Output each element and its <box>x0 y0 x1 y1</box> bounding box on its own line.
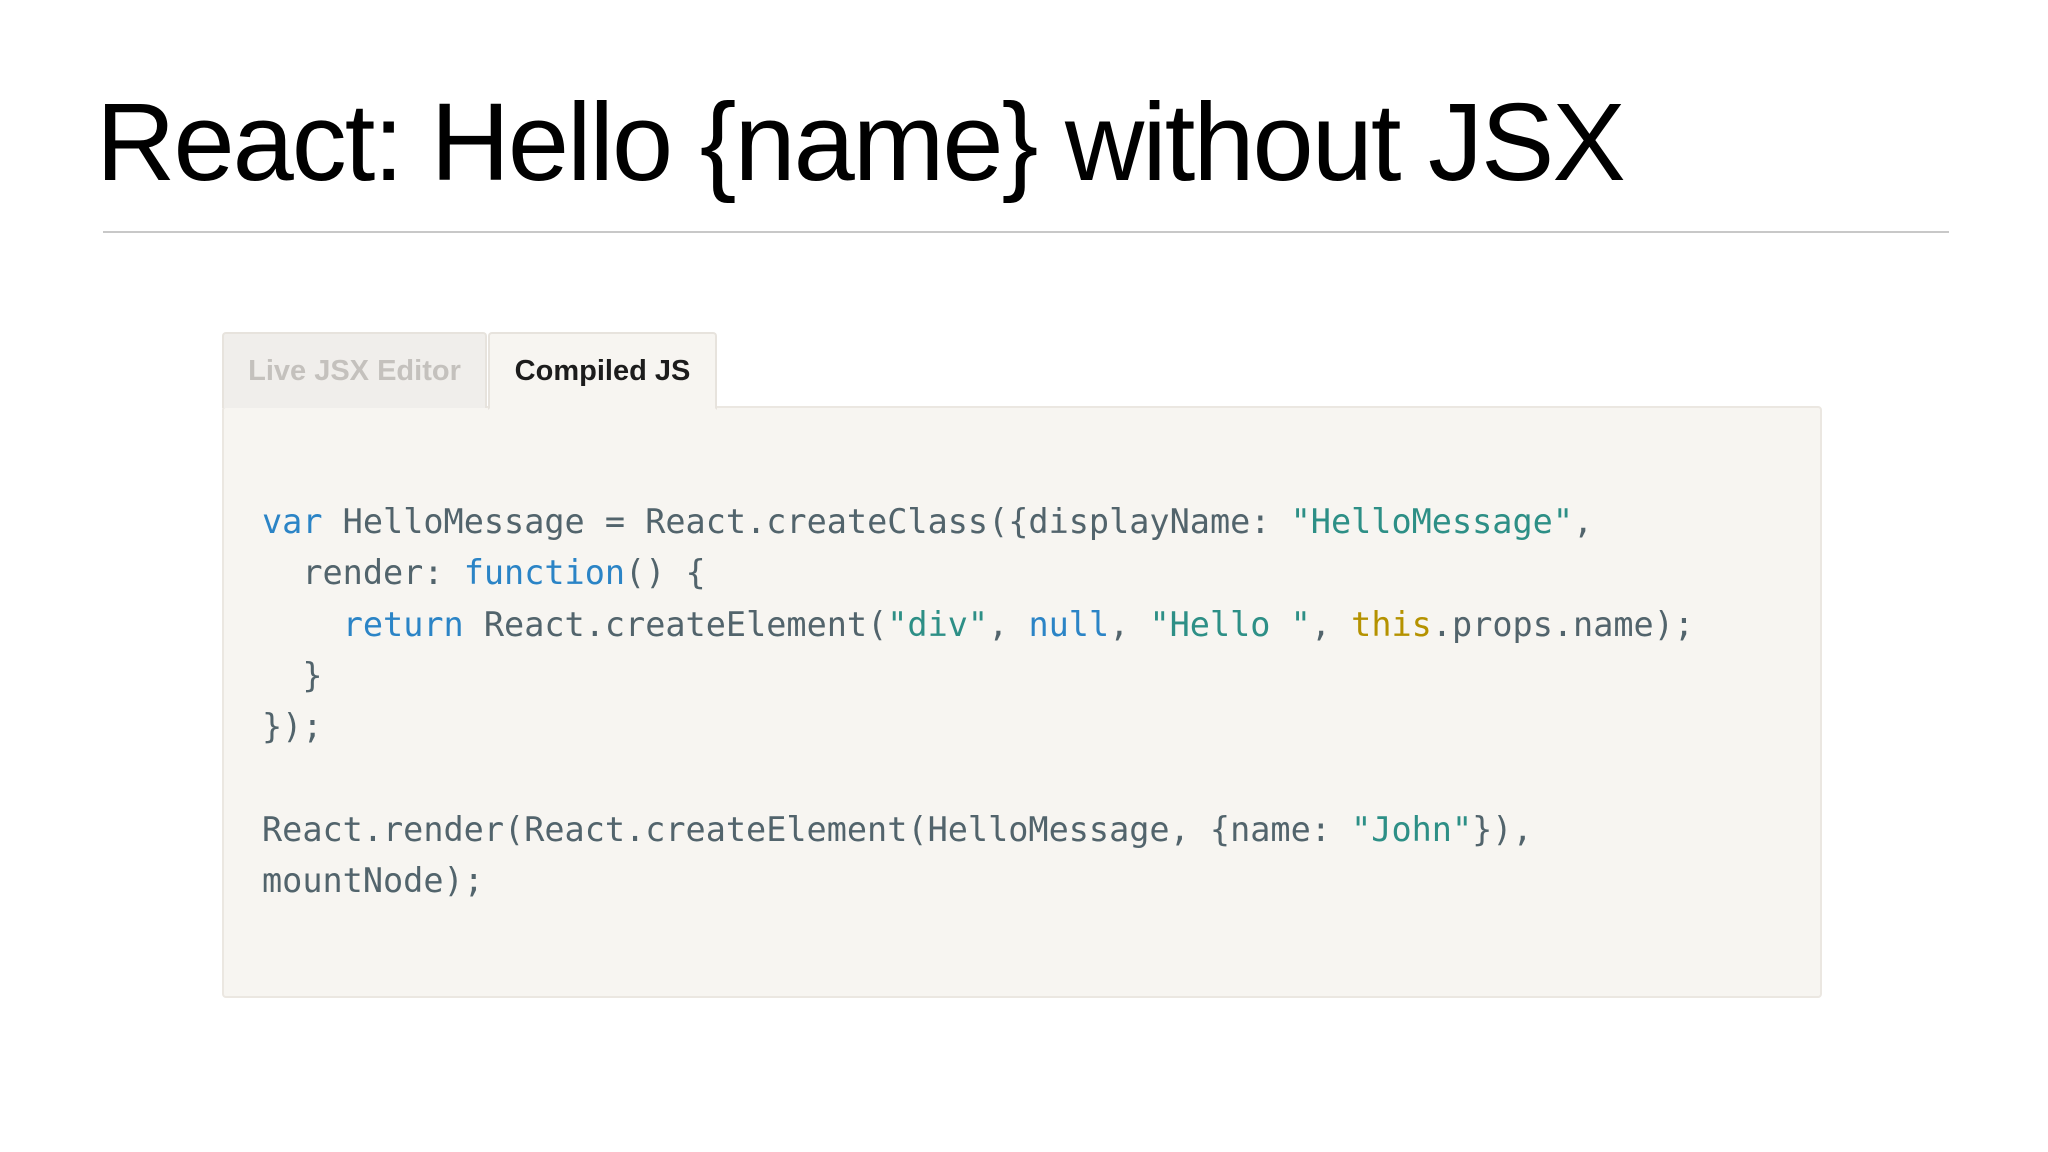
code-string-hellomessage: "HelloMessage" <box>1290 502 1573 541</box>
code-punctuation: , <box>1573 502 1594 541</box>
code-string-hello: "Hello " <box>1149 604 1311 644</box>
code-text: React.createElement( <box>463 604 888 644</box>
code-punctuation: , <box>1310 604 1352 644</box>
editor-tabs: Live JSX Editor Compiled JS <box>222 332 717 410</box>
code-string-john: "John" <box>1351 809 1473 849</box>
code-line-4: } <box>262 655 323 695</box>
code-punctuation: , <box>1109 604 1150 644</box>
code-line-3: return React.createElement("div", null, … <box>262 605 1694 644</box>
code-text: render: <box>262 553 464 593</box>
code-line-5: }); <box>262 707 323 747</box>
code-text: HelloMessage = React.createClass({displa… <box>322 502 1291 541</box>
code-text: .props.name); <box>1431 604 1695 644</box>
code-keyword-function: function <box>463 553 626 593</box>
code-punctuation: , <box>988 604 1029 644</box>
code-string-div: "div" <box>887 604 989 644</box>
code-keyword-null: null <box>1028 604 1110 644</box>
code-line-8: mountNode); <box>262 861 484 901</box>
title-divider <box>103 231 1949 233</box>
code-text: React.render(React.createElement(HelloMe… <box>262 809 1352 849</box>
code-keyword-this: this <box>1351 604 1432 644</box>
compiled-code-panel: var HelloMessage = React.createClass({di… <box>222 406 1822 998</box>
code-punctuation: () { <box>625 553 706 593</box>
code-keyword-return: return <box>342 604 464 644</box>
code-line-1: var HelloMessage = React.createClass({di… <box>262 502 1593 541</box>
code-keyword-var: var <box>262 502 323 541</box>
code-line-2: render: function() { <box>262 553 706 593</box>
compiled-code-block: var HelloMessage = React.createClass({di… <box>262 496 1694 906</box>
tab-compiled-js[interactable]: Compiled JS <box>488 332 717 410</box>
code-line-7: React.render(React.createElement(HelloMe… <box>262 810 1533 849</box>
tab-live-jsx-editor[interactable]: Live JSX Editor <box>222 332 487 408</box>
code-punctuation: }), <box>1472 809 1533 849</box>
slide-title: React: Hello {name} without JSX <box>96 81 1626 204</box>
